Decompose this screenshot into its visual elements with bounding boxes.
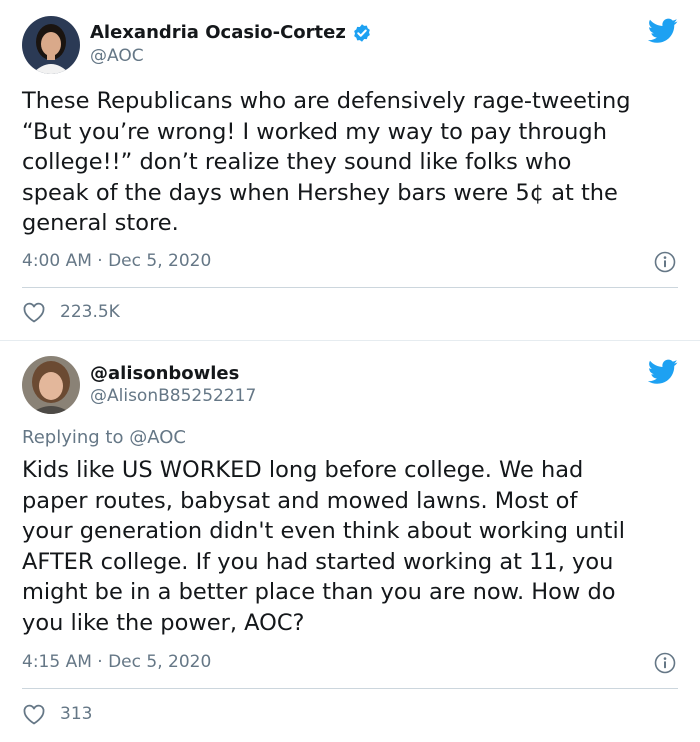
display-name[interactable]: @alisonbowles bbox=[90, 363, 239, 384]
like-count: 313 bbox=[60, 704, 93, 724]
like-count: 223.5K bbox=[60, 302, 120, 322]
like-action[interactable]: 223.5K bbox=[22, 301, 120, 323]
divider bbox=[22, 688, 678, 689]
tweet-card-reply[interactable]: @alisonbowles @AlisonB85252217 Replying … bbox=[0, 341, 700, 742]
twitter-bird-icon[interactable] bbox=[648, 359, 678, 385]
tweet-card-aoc[interactable]: Alexandria Ocasio-Cortez @AOC These Repu… bbox=[0, 0, 700, 341]
info-icon[interactable] bbox=[654, 251, 676, 273]
handle[interactable]: @AOC bbox=[90, 46, 144, 66]
heart-icon[interactable] bbox=[22, 703, 46, 725]
timestamp[interactable]: 4:00 AM · Dec 5, 2020 bbox=[22, 251, 211, 271]
tweet-text: Kids like US WORKED long before college.… bbox=[22, 457, 625, 636]
info-icon[interactable] bbox=[654, 652, 676, 674]
replying-to-mention[interactable]: @AOC bbox=[129, 427, 186, 448]
heart-icon[interactable] bbox=[22, 301, 46, 323]
display-name[interactable]: Alexandria Ocasio-Cortez bbox=[90, 22, 346, 43]
like-action[interactable]: 313 bbox=[22, 703, 92, 725]
avatar[interactable] bbox=[22, 356, 80, 414]
tweet-text: These Republicans who are defensively ra… bbox=[22, 88, 631, 236]
verified-badge-icon bbox=[353, 23, 370, 42]
replying-to: Replying to @AOC bbox=[22, 427, 186, 448]
author-name-row: @alisonbowles bbox=[90, 363, 239, 384]
divider bbox=[22, 287, 678, 288]
replying-to-label: Replying to bbox=[22, 427, 130, 448]
avatar[interactable] bbox=[22, 16, 80, 74]
author-name-row: Alexandria Ocasio-Cortez bbox=[90, 22, 372, 43]
avatar-image bbox=[22, 16, 80, 74]
handle[interactable]: @AlisonB85252217 bbox=[90, 386, 256, 406]
twitter-bird-icon[interactable] bbox=[648, 18, 678, 44]
timestamp[interactable]: 4:15 AM · Dec 5, 2020 bbox=[22, 652, 211, 672]
avatar-image bbox=[22, 356, 80, 414]
